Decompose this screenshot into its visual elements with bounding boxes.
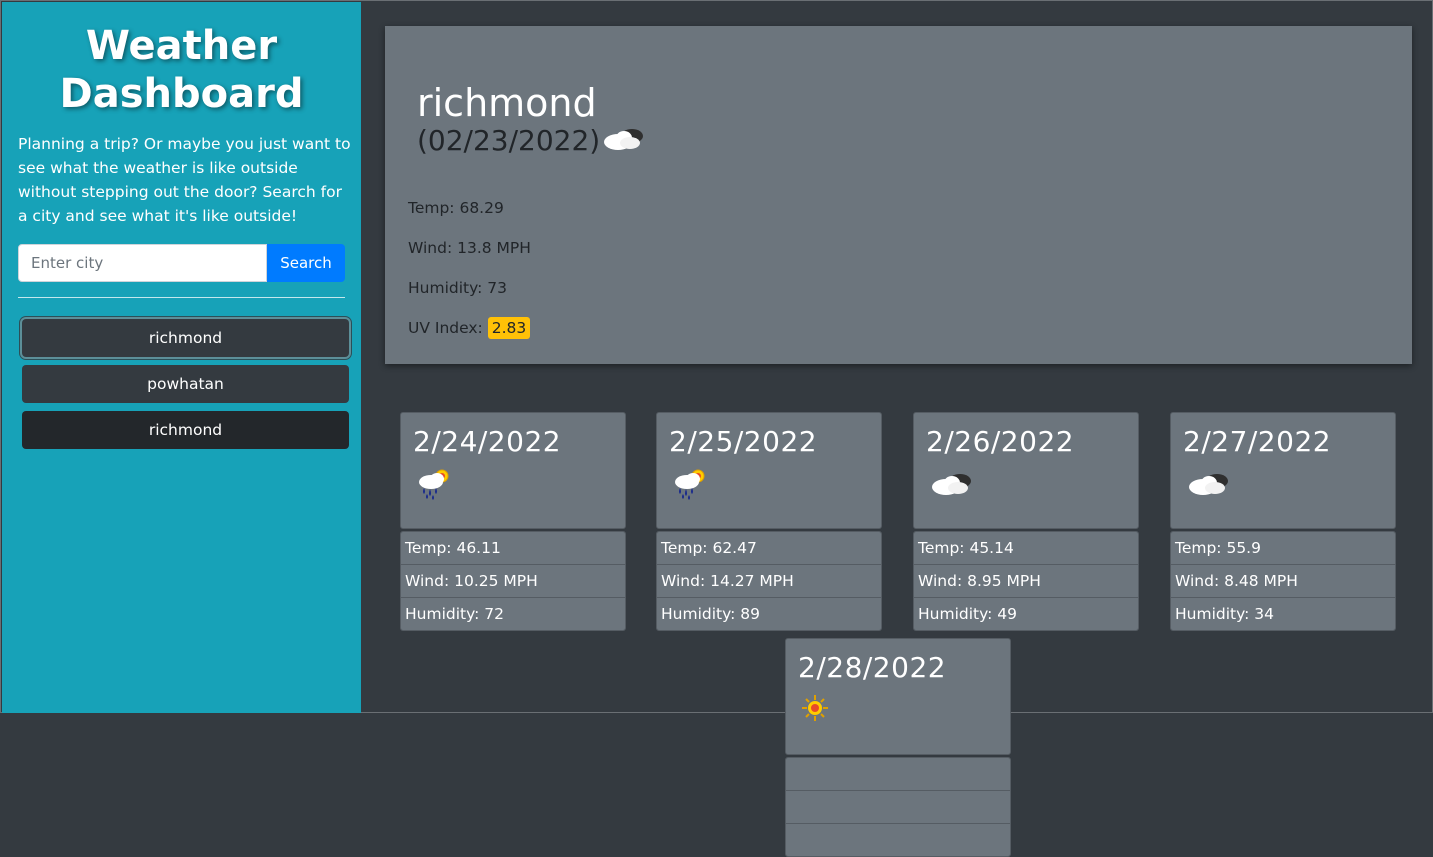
forecast-date: 2/28/2022 [798,651,947,684]
forecast-wind: Wind: 10.25 MPH [401,564,625,597]
forecast-card: 2/24/2022 Temp: 46.11 Wind: 10.25 MPH Hu… [400,412,626,631]
forecast-wind [786,790,1010,823]
forecast-card-header: 2/28/2022 [785,638,1011,755]
forecast-card: 2/25/2022 Temp: 62.47 Wind: 14.27 MPH Hu… [656,412,882,631]
forecast-card: 2/27/2022 Temp: 55.9 Wind: 8.48 MPH Humi… [1170,412,1396,631]
forecast-wind: Wind: 8.48 MPH [1171,564,1395,597]
cloudy-icon [600,120,648,160]
forecast-card: 2/26/2022 Temp: 45.14 Wind: 8.95 MPH Hum… [913,412,1139,631]
sidebar: Weather Dashboard Planning a trip? Or ma… [2,2,361,713]
forecast-date: 2/24/2022 [413,425,562,458]
forecast-temp: Temp: 55.9 [1171,532,1395,564]
city-search-input[interactable] [18,244,267,282]
forecast-date: 2/27/2022 [1183,425,1332,458]
current-weather-card: richmond (02/23/2022) Temp: 68.29 Wind: … [385,26,1412,364]
forecast-wind: Wind: 14.27 MPH [657,564,881,597]
forecast-details: Temp: 55.9 Wind: 8.48 MPH Humidity: 34 [1170,531,1396,631]
current-date: (02/23/2022) [417,123,601,157]
forecast-date: 2/25/2022 [669,425,818,458]
title-line-2: Dashboard [59,71,304,117]
page-title: Weather Dashboard [2,22,361,118]
forecast-card-header: 2/27/2022 [1170,412,1396,529]
forecast-temp: Temp: 45.14 [914,532,1138,564]
forecast-wind: Wind: 8.95 MPH [914,564,1138,597]
sun-icon [800,693,830,727]
forecast-humidity: Humidity: 89 [657,597,881,630]
cloudy-icon [928,467,976,505]
current-humidity: Humidity: 73 [408,279,508,297]
forecast-details: Temp: 62.47 Wind: 14.27 MPH Humidity: 89 [656,531,882,631]
current-city-name: richmond [417,81,597,125]
intro-text: Planning a trip? Or maybe you just want … [18,135,351,225]
current-uv-row: UV Index: 2.83 [408,317,531,339]
forecast-card-header: 2/24/2022 [400,412,626,529]
current-wind: Wind: 13.8 MPH [408,239,531,257]
search-history: richmond powhatan richmond [22,319,349,457]
forecast-humidity [786,823,1010,856]
forecast-card: 2/28/2022 [785,638,1011,857]
forecast-details [785,757,1011,857]
forecast-temp: Temp: 46.11 [401,532,625,564]
search-button[interactable]: Search [267,244,345,282]
uv-label: UV Index: [408,319,483,337]
divider [18,297,345,298]
cloudy-icon [1185,467,1233,505]
title-line-1: Weather [85,23,278,69]
forecast-humidity: Humidity: 34 [1171,597,1395,630]
forecast-date: 2/26/2022 [926,425,1075,458]
forecast-temp: Temp: 62.47 [657,532,881,564]
forecast-details: Temp: 45.14 Wind: 8.95 MPH Humidity: 49 [913,531,1139,631]
rain-sun-icon [671,467,711,505]
history-button-richmond[interactable]: richmond [22,319,349,357]
current-temp: Temp: 68.29 [408,199,504,217]
current-date-row: (02/23/2022) [417,120,648,160]
forecast-card-header: 2/25/2022 [656,412,882,529]
forecast-card-header: 2/26/2022 [913,412,1139,529]
history-button-powhatan[interactable]: powhatan [22,365,349,403]
search-form: Search [18,244,345,282]
forecast-humidity: Humidity: 72 [401,597,625,630]
rain-sun-icon [415,467,455,505]
history-button-richmond-2[interactable]: richmond [22,411,349,449]
forecast-details: Temp: 46.11 Wind: 10.25 MPH Humidity: 72 [400,531,626,631]
forecast-humidity: Humidity: 49 [914,597,1138,630]
uv-index-badge: 2.83 [487,317,531,339]
forecast-temp [786,758,1010,790]
